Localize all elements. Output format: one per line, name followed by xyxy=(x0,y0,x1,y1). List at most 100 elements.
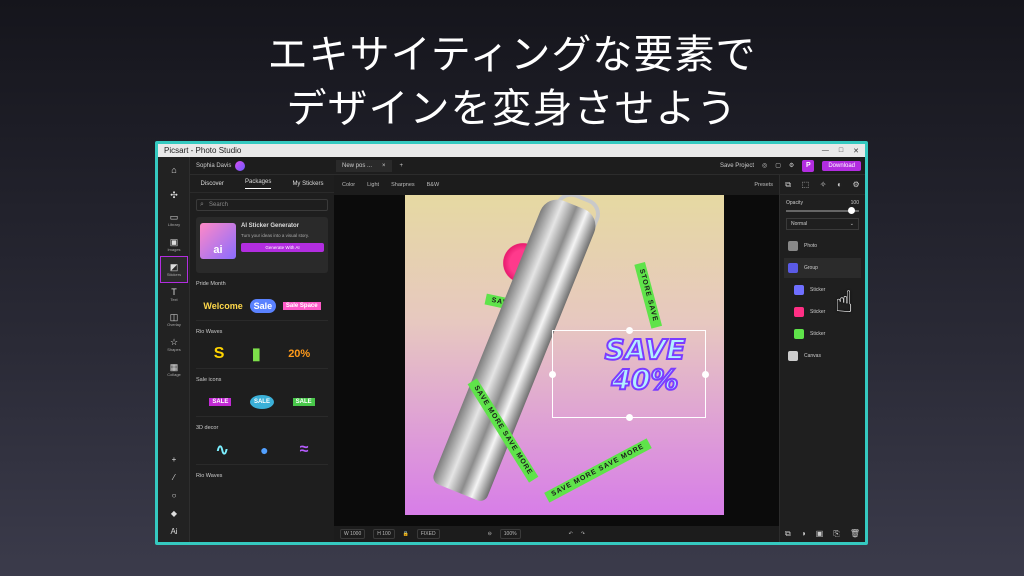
rail-shapes[interactable]: ☆ Shapes xyxy=(158,332,190,357)
chat-icon[interactable]: ▢ xyxy=(775,162,781,169)
rail-collage[interactable]: ▦ Collage xyxy=(158,357,190,382)
redo-icon[interactable]: ↷ xyxy=(581,531,585,537)
layer-thumb xyxy=(788,241,798,251)
sticker-item[interactable]: SALE xyxy=(209,397,232,406)
close-tab-icon[interactable]: × xyxy=(382,163,386,169)
section-title: Rio Waves xyxy=(196,329,223,335)
sharpness-adjust[interactable]: Sharpnes xyxy=(391,182,415,188)
sticker-item[interactable]: ▮ xyxy=(252,344,261,364)
sticker-row: S ▮ 20% xyxy=(196,339,328,369)
sticker-item[interactable]: ≈ xyxy=(300,441,309,459)
headline-line-2: デザインを変身させよう xyxy=(286,86,738,132)
color-adjust[interactable]: Color xyxy=(342,182,355,188)
close-window-button[interactable]: ✕ xyxy=(853,147,859,155)
fixed-dropdown[interactable]: FIXED xyxy=(416,529,440,539)
search-placeholder: Search xyxy=(209,202,229,208)
width-field[interactable]: W 1000 xyxy=(340,529,366,539)
light-adjust[interactable]: Light xyxy=(367,182,379,188)
settings-icon[interactable]: ⚙ xyxy=(789,162,794,169)
sticker-row: SALE SALE SALE xyxy=(196,387,328,417)
transform-icon[interactable]: ⬚ xyxy=(802,180,810,189)
group-icon[interactable]: ▣ xyxy=(816,529,824,539)
sticker-item[interactable]: 20% xyxy=(288,348,310,360)
resize-handle-right[interactable] xyxy=(702,371,709,378)
height-field[interactable]: H 100 xyxy=(373,529,395,539)
blend-mode-select[interactable]: Normal ⌄ xyxy=(786,218,859,230)
layer-item[interactable]: Photo xyxy=(784,236,861,256)
sticker-item[interactable]: S xyxy=(214,345,225,363)
layer-thumb xyxy=(794,329,804,339)
layer-item[interactable]: Group xyxy=(784,258,861,278)
avatar xyxy=(235,160,246,171)
stickers-panel: Discover Packages My Stickers ⌕ Search a… xyxy=(190,175,334,542)
sticker-item[interactable]: SALE xyxy=(292,397,315,406)
rail-overlay[interactable]: ◫ Overlay xyxy=(158,307,190,332)
rail-stickers[interactable]: ◩ Stickers xyxy=(160,256,188,283)
ai-sticker-card[interactable]: ai AI Sticker Generator Turn your ideas … xyxy=(196,217,328,273)
layer-name: Canvas xyxy=(804,353,821,359)
zoom-dropdown[interactable]: 100% xyxy=(499,529,521,539)
delete-icon[interactable]: 🗑 xyxy=(850,529,860,539)
user-menu[interactable]: Sophia Davis xyxy=(190,160,334,171)
selection-box[interactable] xyxy=(549,327,709,421)
sticker-item[interactable]: ● xyxy=(260,442,268,458)
sticker-item[interactable]: Sale Space xyxy=(282,301,321,310)
effects-icon[interactable]: ✧ xyxy=(820,180,827,189)
artboard[interactable]: STORE SAVE SAVE MORE SAVE MORE SAVE MORE… xyxy=(405,195,724,515)
rail-library[interactable]: ▭ Library xyxy=(158,207,190,232)
presets-button[interactable]: Presets xyxy=(754,182,779,188)
crop-icon[interactable]: ⧉ xyxy=(785,180,791,190)
tab-packages[interactable]: Packages xyxy=(244,179,272,189)
download-button[interactable]: Download xyxy=(822,160,861,171)
rail-images[interactable]: ▣ Images xyxy=(158,232,190,257)
rail-label: Library xyxy=(167,222,181,227)
sticker-item[interactable]: Sale xyxy=(249,298,277,313)
rail-home[interactable]: ⌂ xyxy=(158,157,190,182)
add-tab-button[interactable]: + xyxy=(400,163,404,169)
sticker-item[interactable]: ∿ xyxy=(216,440,229,460)
document-tab[interactable]: New pos ... × xyxy=(336,159,392,172)
brush-icon[interactable]: ⁄ xyxy=(173,473,174,482)
lock-icon[interactable]: 🔒 xyxy=(403,531,409,537)
sticker-item[interactable]: Welcome xyxy=(203,301,242,311)
opacity-slider[interactable] xyxy=(786,207,859,214)
eraser-icon[interactable]: ◆ xyxy=(171,509,177,518)
height-label: H xyxy=(377,531,381,537)
circle-icon[interactable]: ○ xyxy=(172,491,177,500)
premium-badge[interactable]: P xyxy=(802,159,815,172)
layer-name: Sticker xyxy=(810,309,826,315)
duplicate-icon[interactable]: ⧉ xyxy=(785,529,791,539)
rail-text[interactable]: T Text xyxy=(158,282,190,307)
resize-handle-bottom[interactable] xyxy=(626,414,633,421)
layer-item[interactable]: Canvas xyxy=(784,346,861,366)
ribbon-bottom[interactable]: SAVE MORE SAVE MORE xyxy=(544,438,652,503)
minimize-button[interactable]: — xyxy=(822,147,829,155)
sticker-item[interactable]: SALE xyxy=(249,394,274,409)
library-icon: ▭ xyxy=(169,212,179,222)
search-input[interactable]: ⌕ Search xyxy=(196,199,328,211)
help-icon[interactable]: ◎ xyxy=(762,162,767,169)
generate-with-ai-button[interactable]: Generate With AI xyxy=(241,243,324,252)
left-rail: ⌂ ✣ ▭ Library ▣ Images ◩ Stickers T Text ◫ Ov… xyxy=(158,157,190,542)
layers-icon[interactable]: ⚙ xyxy=(853,180,860,189)
tab-my-stickers[interactable]: My Stickers xyxy=(292,181,323,187)
tab-discover[interactable]: Discover xyxy=(201,181,224,187)
section-title: Sale icons xyxy=(196,377,222,383)
resize-handle-top[interactable] xyxy=(626,327,633,334)
copy-icon[interactable]: ⎘ xyxy=(833,529,839,539)
add-icon[interactable]: + xyxy=(172,455,177,464)
user-name: Sophia Davis xyxy=(196,162,232,169)
ribbon-top[interactable]: STORE SAVE xyxy=(634,261,663,330)
save-project-button[interactable]: Save Project xyxy=(720,163,754,169)
ai-tool-icon[interactable]: Ai xyxy=(170,527,177,536)
undo-icon[interactable]: ↶ xyxy=(569,531,573,537)
rail-move[interactable]: ✣ xyxy=(158,182,190,207)
bw-adjust[interactable]: B&W xyxy=(427,182,440,188)
slider-knob[interactable] xyxy=(848,207,855,214)
adjust-icon[interactable]: ◐ xyxy=(837,180,842,189)
mask-icon[interactable]: ◑ xyxy=(801,529,806,539)
resize-handle-left[interactable] xyxy=(549,371,556,378)
zoom-out-icon[interactable]: ⊖ xyxy=(488,531,492,537)
maximize-button[interactable]: □ xyxy=(839,147,843,155)
layer-item[interactable]: Sticker xyxy=(784,324,861,344)
